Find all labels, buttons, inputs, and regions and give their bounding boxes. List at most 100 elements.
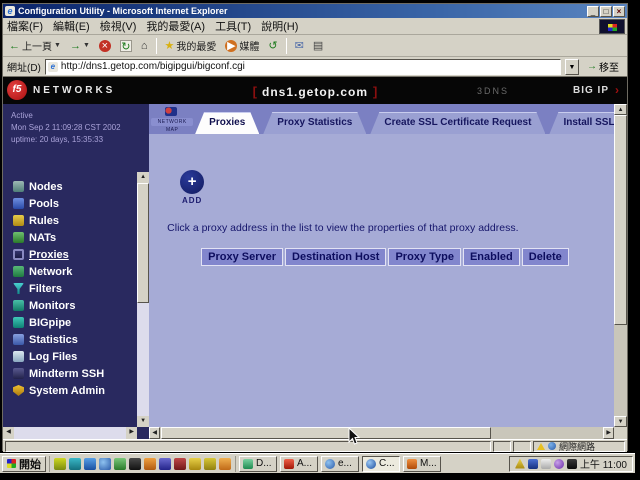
add-icon[interactable]: +: [180, 170, 204, 194]
address-label: 網址(D): [7, 59, 41, 74]
sidebar-item-bigpipe[interactable]: BIGpipe: [13, 314, 135, 331]
sidebar: Active Mon Sep 2 11:09:28 CST 2002 uptim…: [3, 104, 149, 439]
scroll-down-icon[interactable]: ▼: [137, 416, 149, 427]
scrollbar-thumb[interactable]: [137, 183, 149, 303]
forward-dropdown-icon[interactable]: ▼: [83, 42, 90, 49]
scroll-right-icon[interactable]: ▶: [603, 427, 614, 439]
home-icon: ⌂: [141, 40, 148, 52]
minimize-button[interactable]: _: [587, 6, 599, 17]
sidebar-horizontal-scrollbar[interactable]: ◀ ▶: [3, 427, 137, 439]
column-delete[interactable]: Delete: [522, 248, 569, 266]
task-button-2[interactable]: A...: [280, 456, 318, 472]
task-button-config-utility[interactable]: C...: [362, 456, 400, 472]
f5-header: f5 NETWORKS [dns1.getop.com] 3DNS BIG IP…: [3, 77, 627, 104]
sidebar-item-pools[interactable]: Pools: [13, 195, 135, 212]
scroll-up-icon[interactable]: ▲: [137, 172, 149, 183]
quick-launch-icon[interactable]: [204, 458, 216, 470]
scroll-right-icon[interactable]: ▶: [126, 427, 137, 439]
tray-volume-icon[interactable]: [567, 459, 577, 469]
task-button-3[interactable]: e...: [321, 456, 359, 472]
menu-favorites[interactable]: 我的最愛(A): [146, 18, 205, 34]
windows-logo-icon: [7, 459, 16, 468]
address-input[interactable]: e http://dns1.getop.com/bigipgui/bigconf…: [45, 59, 561, 75]
column-proxy-server[interactable]: Proxy Server: [201, 248, 283, 266]
start-button[interactable]: 開始: [2, 456, 46, 472]
sidebar-item-logfiles[interactable]: Log Files: [13, 348, 135, 365]
quick-launch-icon[interactable]: [159, 458, 171, 470]
quick-launch-icon[interactable]: [219, 458, 231, 470]
task-button-5[interactable]: M...: [403, 456, 441, 472]
quick-launch-icon[interactable]: [189, 458, 201, 470]
mail-button[interactable]: ✉: [292, 37, 307, 55]
nav-bigip[interactable]: BIG IP: [573, 85, 609, 96]
menu-file[interactable]: 檔案(F): [7, 18, 43, 34]
content-horizontal-scrollbar[interactable]: ◀ ▶: [149, 427, 614, 439]
start-label: 開始: [19, 456, 41, 472]
quick-launch-icon[interactable]: [114, 458, 126, 470]
scrollbar-thumb[interactable]: [161, 427, 491, 439]
favorites-button[interactable]: ★ 我的最愛: [162, 37, 220, 55]
add-proxy-button[interactable]: + ADD: [169, 170, 215, 205]
tab-install-ssl-cert[interactable]: Install SSL Certificate: [549, 112, 614, 134]
tray-display-icon[interactable]: [541, 459, 551, 469]
scroll-up-icon[interactable]: ▲: [614, 104, 627, 115]
tab-proxy-statistics[interactable]: Proxy Statistics: [263, 112, 366, 134]
scrollbar-thumb[interactable]: [614, 115, 627, 325]
quick-launch-icon[interactable]: [129, 458, 141, 470]
quick-launch-icon[interactable]: [174, 458, 186, 470]
sidebar-item-filters[interactable]: Filters: [13, 280, 135, 297]
sidebar-item-rules[interactable]: Rules: [13, 212, 135, 229]
close-button[interactable]: ×: [613, 6, 625, 17]
network-map-button[interactable]: NETWORK MAP: [149, 104, 195, 134]
sidebar-vertical-scrollbar[interactable]: ▲ ▼: [137, 172, 149, 427]
sidebar-item-monitors[interactable]: Monitors: [13, 297, 135, 314]
task-button-1[interactable]: D...: [239, 456, 277, 472]
quick-launch-icon[interactable]: [84, 458, 96, 470]
scroll-left-icon[interactable]: ◀: [149, 427, 160, 439]
stop-button[interactable]: ×: [96, 37, 114, 55]
menu-edit[interactable]: 編輯(E): [53, 18, 90, 34]
scroll-down-icon[interactable]: ▼: [614, 416, 627, 427]
sidebar-item-nodes[interactable]: Nodes: [13, 178, 135, 195]
toolbar-separator: [286, 38, 287, 54]
back-dropdown-icon[interactable]: ▼: [54, 42, 61, 49]
tray-alert-icon[interactable]: [515, 459, 525, 469]
tray-network-icon[interactable]: [528, 459, 538, 469]
sidebar-item-nats[interactable]: NATs: [13, 229, 135, 246]
column-enabled[interactable]: Enabled: [463, 248, 520, 266]
refresh-icon: ↻: [120, 40, 132, 52]
app-icon: [325, 459, 335, 469]
internet-explorer-icon[interactable]: [99, 458, 111, 470]
sidebar-item-network[interactable]: Network: [13, 263, 135, 280]
quick-launch-icon[interactable]: [54, 458, 66, 470]
go-button[interactable]: → 移至: [583, 58, 623, 75]
home-button[interactable]: ⌂: [138, 37, 151, 55]
menu-tools[interactable]: 工具(T): [215, 18, 251, 34]
nav-3dns[interactable]: 3DNS: [477, 86, 509, 96]
content-vertical-scrollbar[interactable]: ▲ ▼: [614, 104, 627, 439]
tab-proxies[interactable]: Proxies: [195, 112, 259, 134]
media-button[interactable]: ▶ 媒體: [222, 37, 262, 55]
column-proxy-type[interactable]: Proxy Type: [388, 248, 461, 266]
content-frame: NETWORK MAP Proxies Proxy Statistics Cre…: [149, 104, 614, 439]
menu-view[interactable]: 檢視(V): [100, 18, 137, 34]
refresh-button[interactable]: ↻: [117, 37, 135, 55]
sidebar-item-mindterm[interactable]: Mindterm SSH: [13, 365, 135, 382]
quick-launch-icon[interactable]: [69, 458, 81, 470]
maximize-button[interactable]: □: [600, 6, 612, 17]
bracket-right: ]: [373, 84, 377, 99]
back-button[interactable]: ← 上一頁 ▼: [6, 37, 64, 55]
sidebar-item-sysadmin[interactable]: System Admin: [13, 382, 135, 399]
tray-ime-icon[interactable]: [554, 459, 564, 469]
column-destination-host[interactable]: Destination Host: [285, 248, 386, 266]
print-button[interactable]: ▤: [310, 37, 326, 55]
sidebar-item-proxies[interactable]: Proxies: [13, 246, 135, 263]
tab-create-ssl-cert-request[interactable]: Create SSL Certificate Request: [370, 112, 545, 134]
forward-button[interactable]: → ▼: [67, 37, 93, 55]
scroll-left-icon[interactable]: ◀: [3, 427, 14, 439]
history-button[interactable]: ↺: [265, 37, 280, 55]
address-dropdown-icon[interactable]: ▼: [565, 59, 579, 75]
menu-help[interactable]: 說明(H): [261, 18, 298, 34]
quick-launch-icon[interactable]: [144, 458, 156, 470]
sidebar-item-statistics[interactable]: Statistics: [13, 331, 135, 348]
